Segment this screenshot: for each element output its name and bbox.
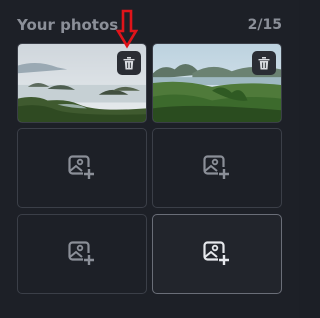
add-photo-slot[interactable] <box>17 128 147 208</box>
trash-icon <box>258 56 270 69</box>
photos-panel: Your photos 2/15 <box>0 0 299 318</box>
delete-photo-button[interactable] <box>252 51 276 75</box>
add-photo-slot-highlighted[interactable] <box>152 214 282 294</box>
add-image-icon <box>68 155 95 179</box>
photos-header: Your photos 2/15 <box>17 15 282 35</box>
trash-icon <box>123 56 135 69</box>
add-image-icon <box>203 241 230 265</box>
delete-photo-button[interactable] <box>117 51 141 75</box>
add-image-icon <box>203 155 230 179</box>
photo-tile-2[interactable] <box>152 43 282 123</box>
photo-tile-1[interactable] <box>17 43 147 123</box>
red-down-arrow-icon <box>116 9 138 49</box>
section-title: Your photos <box>17 16 119 34</box>
add-photo-slot[interactable] <box>17 214 147 294</box>
add-photo-slot[interactable] <box>152 128 282 208</box>
photo-counter: 2/15 <box>247 17 282 33</box>
add-image-icon <box>68 241 95 265</box>
